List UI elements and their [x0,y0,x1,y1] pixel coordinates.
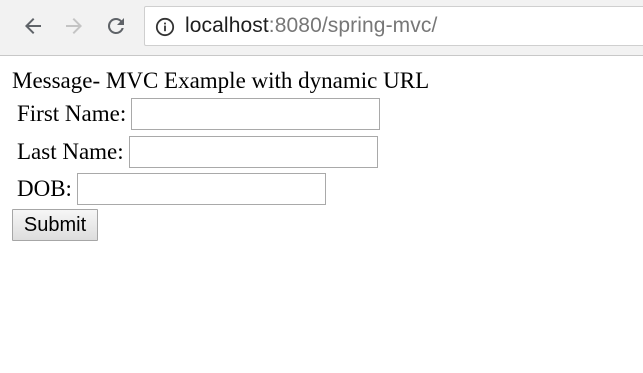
first-name-label: First Name: [17,101,127,126]
reload-icon [107,17,124,34]
browser-toolbar: localhost:8080/spring-mvc/ [0,0,643,56]
url-host: localhost [185,14,269,37]
last-name-label: Last Name: [17,139,124,164]
dob-label: DOB: [17,176,72,201]
dob-row: DOB: [17,173,326,205]
arrow-back-icon [25,18,41,34]
arrow-forward-icon [66,18,82,34]
first-name-input[interactable] [131,98,381,130]
first-name-row: First Name: [17,98,381,130]
back-button[interactable] [17,10,49,42]
reload-button[interactable] [100,10,132,42]
page-message: Message- MVC Example with dynamic URL [12,68,430,93]
forward-button[interactable] [58,10,90,42]
address-url[interactable]: localhost:8080/spring-mvc/ [185,14,437,38]
url-path: :8080/spring-mvc/ [268,14,438,37]
last-name-input[interactable] [128,136,378,168]
info-icon[interactable] [155,17,175,37]
dob-input[interactable] [76,173,326,205]
submit-button[interactable]: Submit [12,209,98,241]
address-bar[interactable]: localhost:8080/spring-mvc/ [144,6,643,46]
last-name-row: Last Name: [17,136,378,168]
